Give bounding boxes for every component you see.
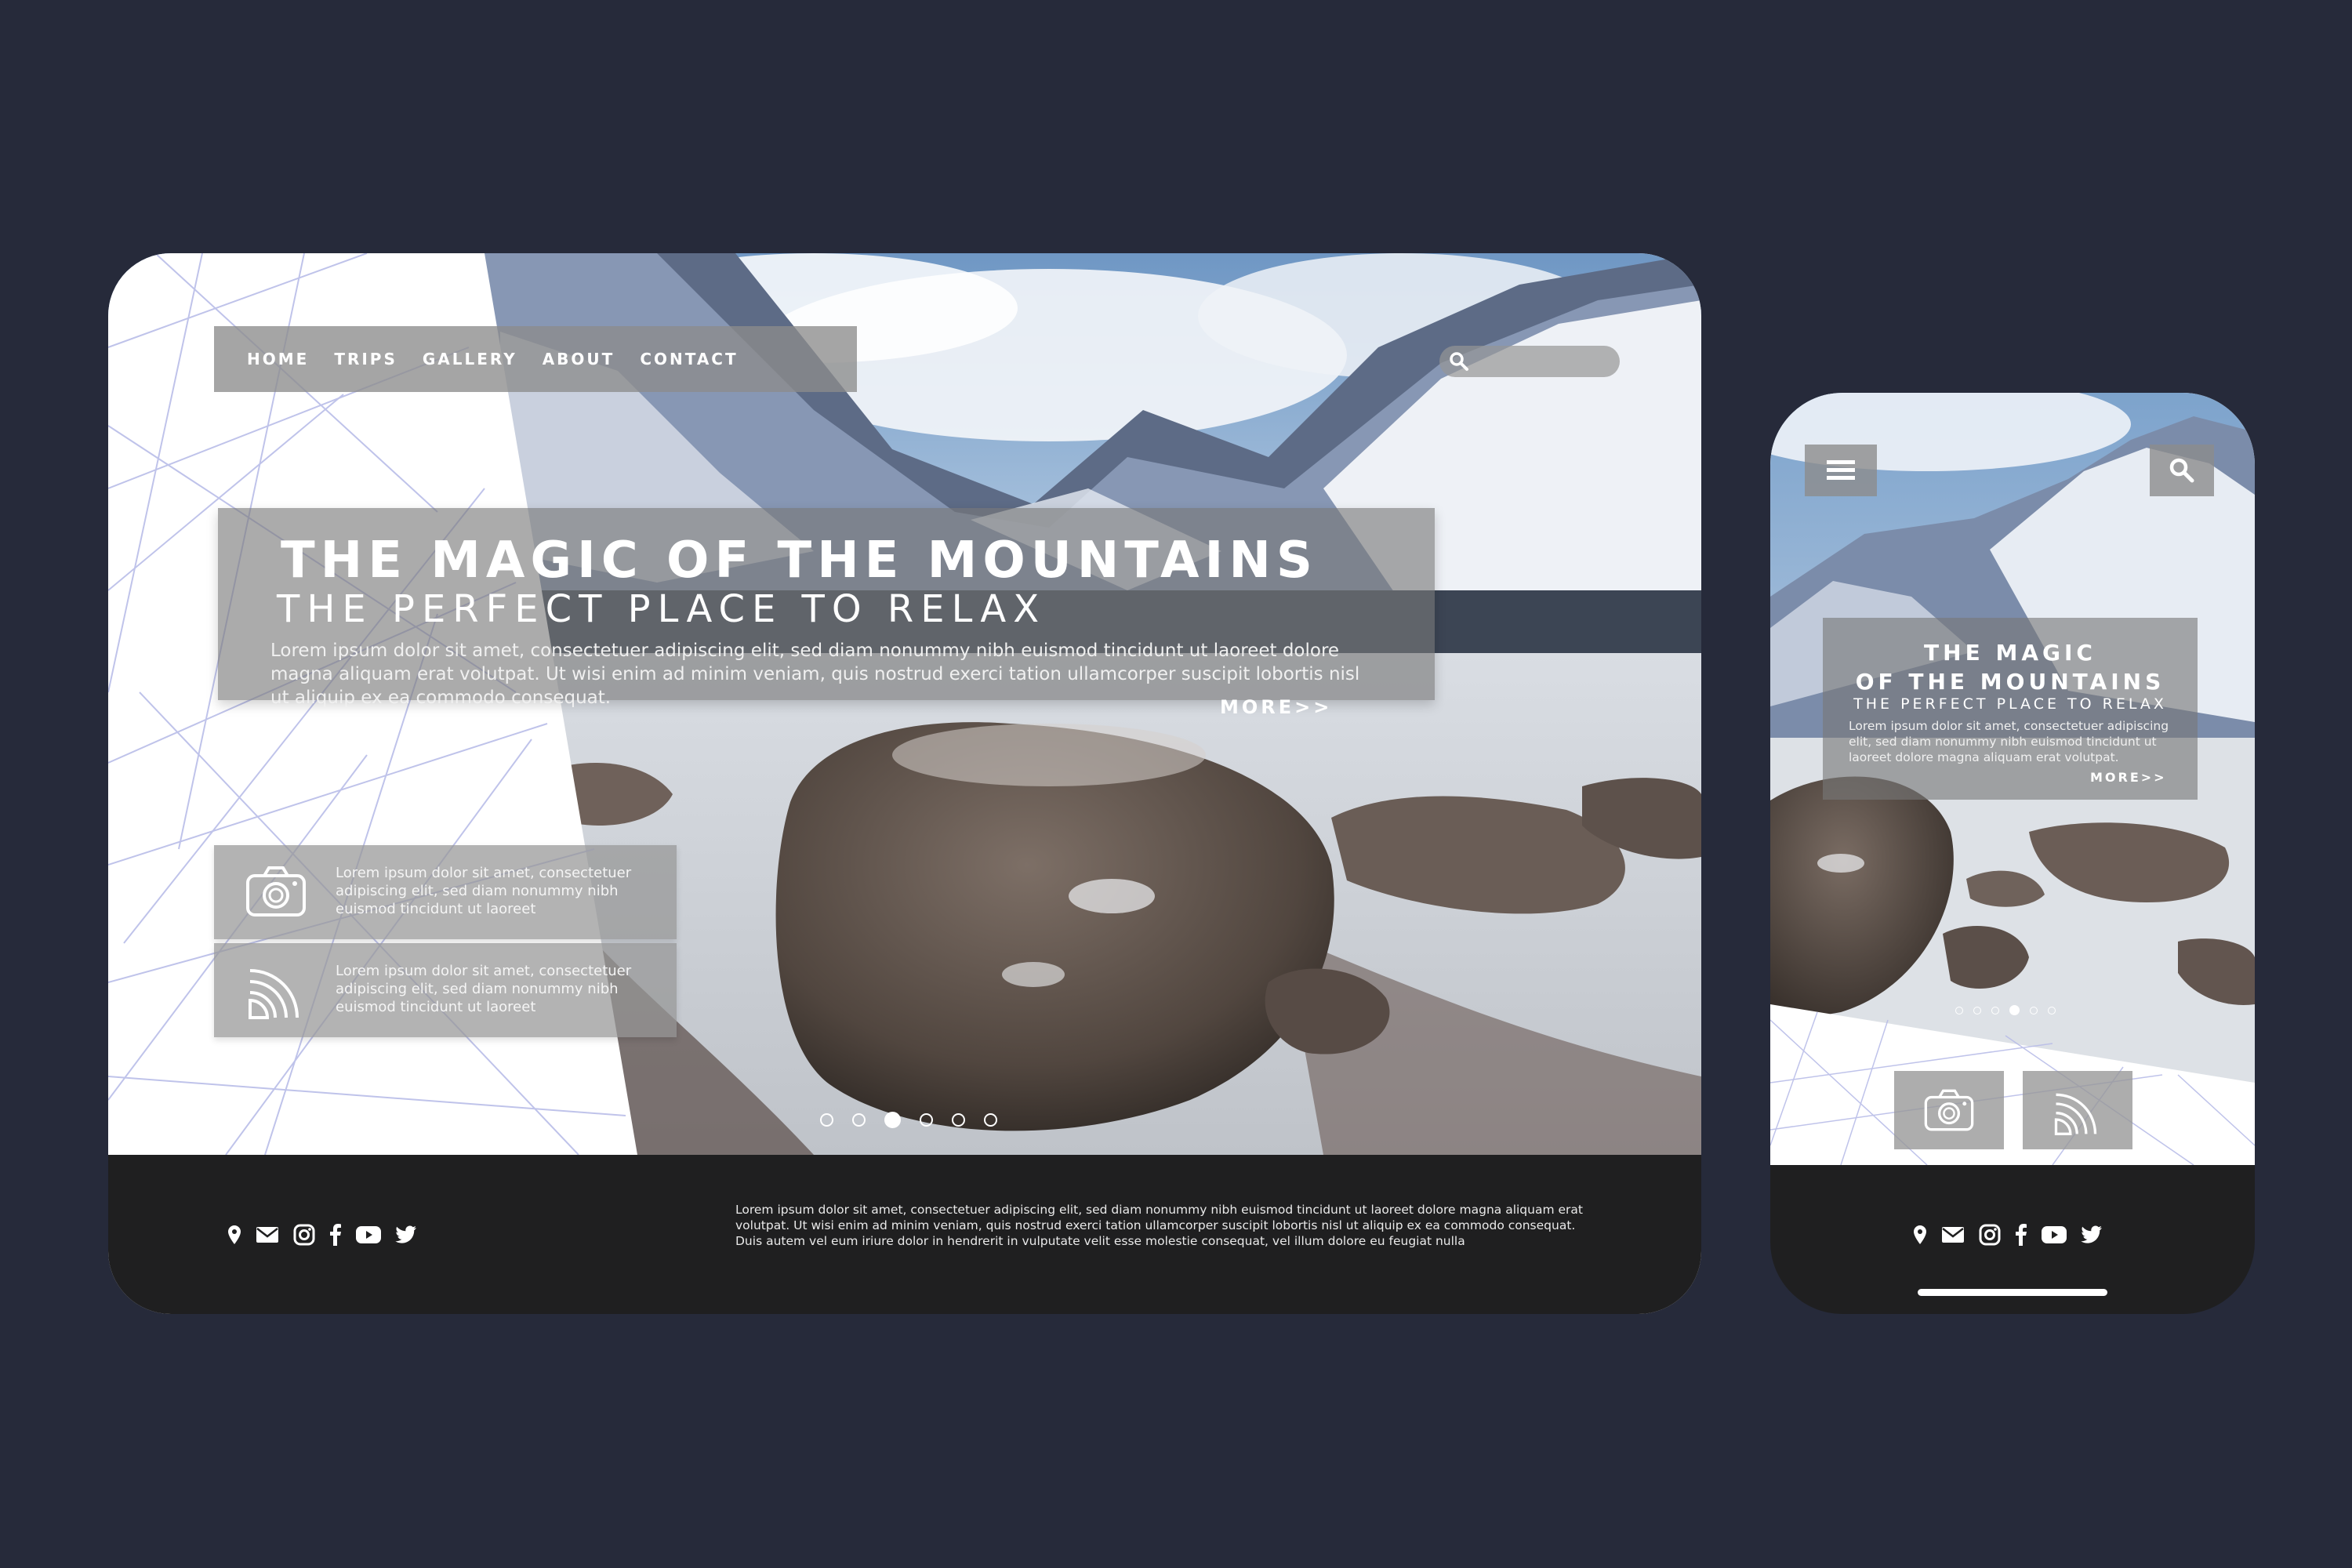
- footer: Lorem ipsum dolor sit amet, consectetuer…: [108, 1155, 1701, 1314]
- hero-description: Lorem ipsum dolor sit amet, consectetuer…: [270, 641, 1360, 708]
- feature-card-text: Lorem ipsum dolor sit amet, consectetuer…: [336, 865, 632, 917]
- mobile-hero-section: THE MAGIC OF THE MOUNTAINS THE PERFECT P…: [1770, 393, 2255, 1165]
- mail-icon[interactable]: [256, 1226, 279, 1243]
- slider-dot[interactable]: [1955, 1006, 1963, 1014]
- top-navigation: HOME TRIPS GALLERY ABOUT CONTACT: [214, 326, 857, 392]
- slider-dot-active[interactable]: [2009, 1005, 2020, 1015]
- feature-card-camera[interactable]: [1894, 1071, 2004, 1149]
- social-links: [227, 1224, 417, 1246]
- mobile-landing-page: THE MAGIC OF THE MOUNTAINS THE PERFECT P…: [1770, 393, 2255, 1314]
- rss-icon: [245, 963, 307, 1022]
- feature-card-camera[interactable]: Lorem ipsum dolor sit amet, consectetuer…: [214, 845, 677, 939]
- hamburger-menu-icon: [1827, 460, 1855, 480]
- social-links: [1913, 1224, 2103, 1246]
- location-icon[interactable]: [1913, 1225, 1927, 1245]
- hero-title: THE MAGIC OF THE MOUNTAINS: [1823, 638, 2198, 696]
- slider-dot[interactable]: [820, 1113, 833, 1127]
- slider-dot[interactable]: [2030, 1006, 2038, 1014]
- slider-dot[interactable]: [2048, 1006, 2056, 1014]
- instagram-icon[interactable]: [293, 1224, 315, 1246]
- hero-description: Lorem ipsum dolor sit amet, consectetuer…: [1849, 719, 2169, 764]
- feature-card-text: Lorem ipsum dolor sit amet, consectetuer…: [336, 963, 632, 1015]
- nav-trips[interactable]: TRIPS: [334, 350, 397, 368]
- camera-icon: [245, 865, 307, 921]
- home-indicator-bar[interactable]: [1918, 1289, 2107, 1296]
- nav-about[interactable]: ABOUT: [543, 350, 615, 368]
- hero-title-line2: OF THE MOUNTAINS: [1855, 669, 2165, 695]
- facebook-icon[interactable]: [329, 1224, 342, 1246]
- mail-icon[interactable]: [1941, 1226, 1965, 1243]
- twitter-icon[interactable]: [395, 1225, 417, 1244]
- feature-card-rss[interactable]: Lorem ipsum dolor sit amet, consectetuer…: [214, 943, 677, 1037]
- search-icon[interactable]: [1449, 351, 1469, 375]
- slider-dot[interactable]: [984, 1113, 997, 1127]
- slider-dot[interactable]: [952, 1113, 965, 1127]
- hero-section: HOME TRIPS GALLERY ABOUT CONTACT THE MAG…: [108, 253, 1701, 1155]
- camera-icon: [1923, 1088, 1975, 1135]
- slider-pagination: [1955, 1005, 2056, 1015]
- youtube-icon[interactable]: [356, 1225, 381, 1244]
- desktop-landing-page: HOME TRIPS GALLERY ABOUT CONTACT THE MAG…: [108, 253, 1701, 1314]
- footer-text: Lorem ipsum dolor sit amet, consectetuer…: [735, 1203, 1583, 1248]
- nav-contact[interactable]: CONTACT: [640, 350, 738, 368]
- more-link[interactable]: MORE>>: [2090, 770, 2167, 785]
- search-input[interactable]: [1439, 346, 1620, 377]
- hero-title-line1: THE MAGIC: [1924, 640, 2096, 666]
- feature-card-rss[interactable]: [2023, 1071, 2132, 1149]
- instagram-icon[interactable]: [1979, 1224, 2001, 1246]
- location-icon[interactable]: [227, 1225, 241, 1245]
- nav-gallery[interactable]: GALLERY: [423, 350, 517, 368]
- more-link[interactable]: MORE>>: [1220, 696, 1332, 718]
- nav-home[interactable]: HOME: [247, 350, 309, 368]
- hero-subtitle: THE PERFECT PLACE TO RELAX: [277, 587, 1047, 631]
- slider-dot[interactable]: [920, 1113, 933, 1127]
- slider-dot[interactable]: [852, 1113, 866, 1127]
- hero-title: THE MAGIC OF THE MOUNTAINS: [281, 532, 1318, 590]
- slider-dot[interactable]: [1973, 1006, 1981, 1014]
- hero-subtitle: THE PERFECT PLACE TO RELAX: [1853, 695, 2167, 713]
- hamburger-menu-button[interactable]: [1805, 445, 1877, 496]
- facebook-icon[interactable]: [2015, 1224, 2027, 1246]
- slider-dot-active[interactable]: [884, 1112, 901, 1128]
- rss-icon: [2052, 1088, 2103, 1138]
- youtube-icon[interactable]: [2042, 1225, 2067, 1244]
- slider-pagination: [820, 1112, 997, 1128]
- search-icon: [2169, 458, 2194, 483]
- slider-dot[interactable]: [1991, 1006, 1999, 1014]
- search-button[interactable]: [2150, 445, 2214, 496]
- twitter-icon[interactable]: [2081, 1225, 2103, 1244]
